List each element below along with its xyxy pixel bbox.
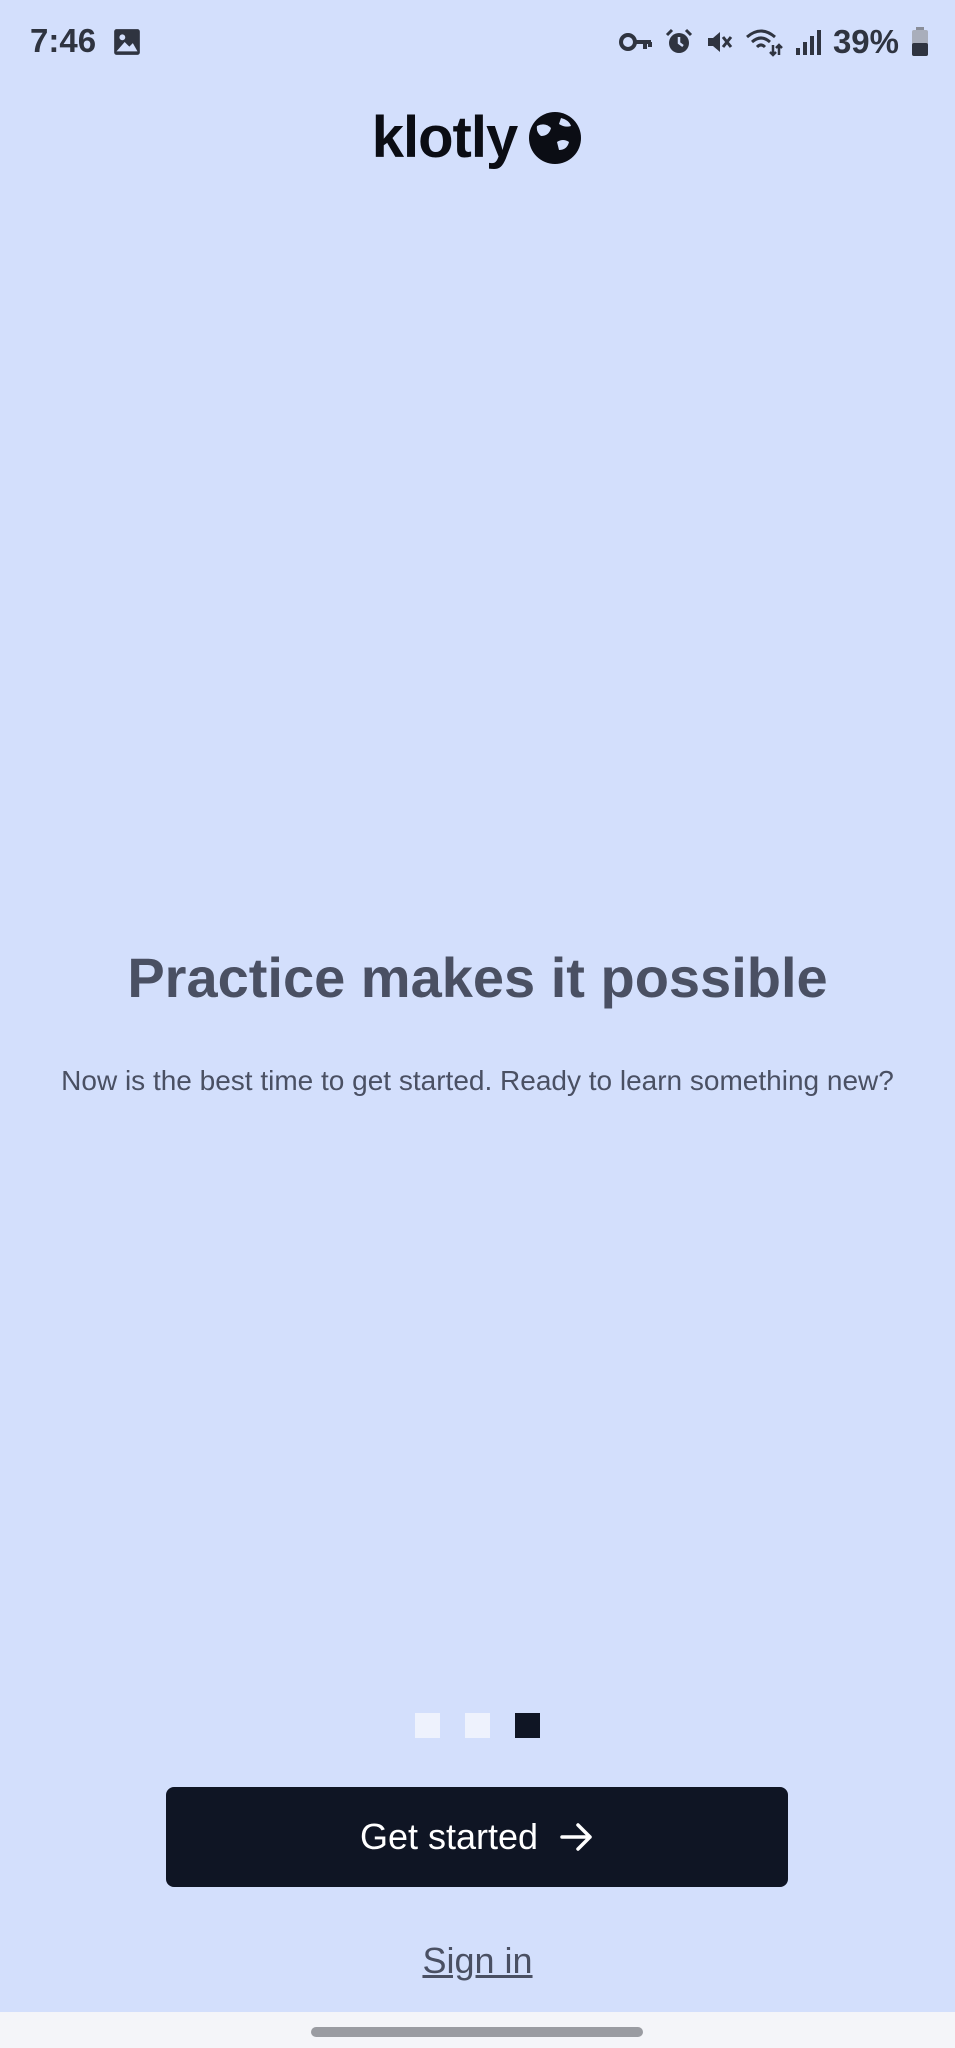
battery-percent: 39% xyxy=(832,23,899,60)
status-bar: 7:46 39% xyxy=(0,0,955,86)
wifi-icon xyxy=(745,29,783,57)
pagination-dot-active[interactable] xyxy=(515,1713,540,1738)
pagination-dot[interactable] xyxy=(415,1713,440,1738)
alarm-icon xyxy=(665,28,692,53)
globe-logo-icon xyxy=(529,111,582,164)
onboarding-description: Now is the best time to get started. Rea… xyxy=(61,1065,894,1096)
sign-in-link[interactable]: Sign in xyxy=(0,1940,955,1982)
gallery-icon xyxy=(114,29,140,55)
arrow-right-icon xyxy=(560,1823,592,1851)
battery-icon xyxy=(912,27,928,56)
signal-icon xyxy=(795,30,821,55)
pagination-dots xyxy=(0,1713,955,1738)
pagination-dot[interactable] xyxy=(465,1713,490,1738)
brand-logo: klotly xyxy=(0,104,955,171)
status-time: 7:46 xyxy=(30,22,97,59)
gesture-navigation-bar xyxy=(0,2012,955,2048)
onboarding-title: Practice makes it possible xyxy=(127,946,828,1009)
home-handle[interactable] xyxy=(311,2027,643,2037)
status-icons: 39% xyxy=(618,22,929,62)
brand-name: klotly xyxy=(371,105,518,170)
get-started-button[interactable]: Get started xyxy=(166,1787,788,1887)
get-started-label: Get started xyxy=(359,1816,539,1857)
vpn-key-icon xyxy=(618,33,652,51)
mute-icon xyxy=(707,32,733,52)
